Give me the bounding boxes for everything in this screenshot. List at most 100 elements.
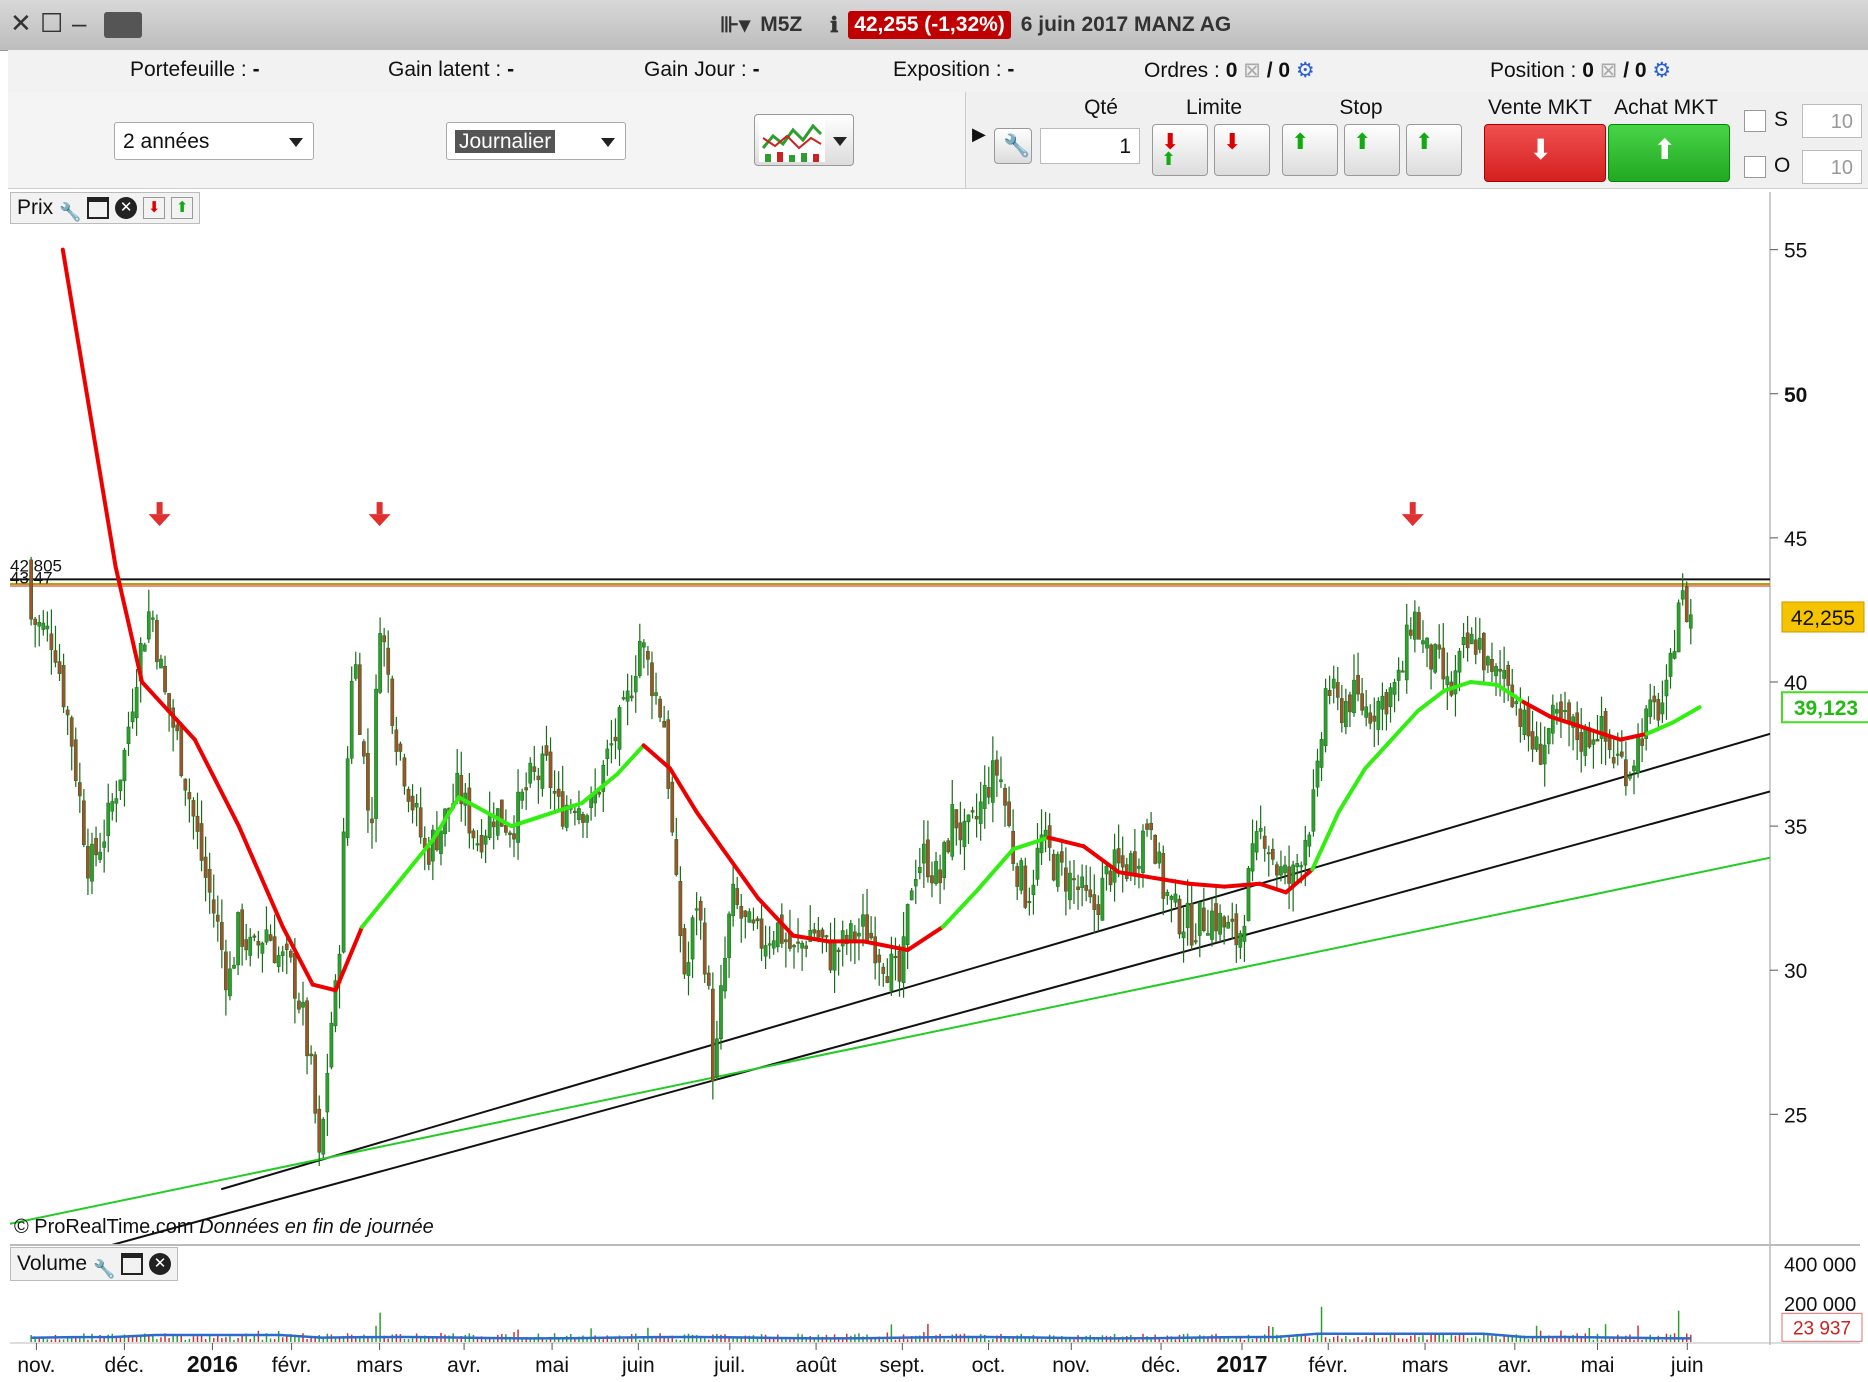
candle-body <box>1092 894 1097 910</box>
moving-average-segment <box>720 847 760 901</box>
prix-panel-tab[interactable]: Prix 🔧 ✕ ⬇ ⬆ <box>10 192 201 224</box>
candle-body <box>1307 834 1312 847</box>
volume-label: Volume <box>17 1252 88 1275</box>
candle-body <box>1453 670 1458 695</box>
candle-body <box>106 802 111 836</box>
moving-average-segment <box>1152 875 1192 886</box>
candle-body <box>317 1108 322 1153</box>
candle-body <box>1177 898 1182 935</box>
candle-body <box>1210 910 1214 940</box>
candle-body <box>585 815 589 823</box>
candle-body <box>1230 918 1235 922</box>
wrench-icon[interactable]: 🔧 <box>93 1253 115 1279</box>
moving-average-segment <box>1310 809 1341 872</box>
candle-body <box>1141 830 1145 873</box>
candle-body <box>646 650 650 660</box>
candle-body <box>495 808 500 836</box>
wrench-icon[interactable]: 🔧 <box>59 197 81 222</box>
moving-average-segment <box>1416 688 1447 713</box>
close-circle-icon[interactable]: ✕ <box>115 197 138 219</box>
candle-body <box>1417 612 1421 640</box>
moving-average-segment <box>1187 881 1227 889</box>
price-chart[interactable]: 25303540455055nov. déc. 2016 févr. mars avr. m… <box>0 0 1868 1382</box>
candle-body <box>613 736 618 742</box>
candle-body <box>897 950 902 982</box>
candle-body <box>524 787 529 791</box>
candle-body <box>1595 739 1600 742</box>
x-tick-label: 2016 <box>187 1351 238 1377</box>
candle-body <box>540 753 545 789</box>
candle-body <box>305 1000 309 1057</box>
window-icon[interactable] <box>121 1253 144 1275</box>
candle-body <box>1165 892 1170 897</box>
x-tick-label: mars <box>1402 1354 1449 1377</box>
candle-body <box>1319 739 1324 768</box>
candle-body <box>1660 702 1665 715</box>
moving-average-segment <box>456 795 488 814</box>
candle-body <box>751 919 756 924</box>
candle-body <box>1031 884 1036 895</box>
moving-average-segment <box>976 847 1016 892</box>
candle-body <box>1189 903 1194 946</box>
candle-body <box>1279 866 1283 876</box>
candle-body <box>37 621 42 627</box>
candle-body <box>848 923 853 943</box>
candle-body <box>240 909 244 947</box>
candle-body <box>163 665 167 693</box>
candle-body <box>1234 913 1239 946</box>
candle-body <box>861 914 865 927</box>
prix-label: Prix <box>17 196 54 219</box>
move-up-icon[interactable]: ⬆ <box>171 197 194 219</box>
move-down-icon[interactable]: ⬇ <box>143 197 166 219</box>
candle-body <box>203 856 208 878</box>
candle-body <box>1526 704 1531 737</box>
candle-body <box>962 820 967 848</box>
candle-body <box>219 922 224 950</box>
candle-body <box>1348 694 1352 713</box>
x-tick-label: déc. <box>1141 1354 1181 1377</box>
candle-body <box>1003 787 1007 806</box>
volume-panel-tab[interactable]: Volume 🔧 ✕ <box>10 1247 179 1281</box>
candle-body <box>264 929 269 943</box>
candle-body <box>954 809 959 829</box>
candle-body <box>784 939 788 943</box>
moving-average-segment <box>1389 708 1420 742</box>
candle-body <box>1680 590 1685 600</box>
candle-body <box>727 913 731 958</box>
candle-body <box>386 647 391 675</box>
candle-body <box>909 890 914 901</box>
candle-body <box>828 940 833 971</box>
candle-body <box>252 935 257 938</box>
candle-body <box>1055 854 1060 887</box>
candle-body <box>1579 732 1584 752</box>
volume-tick-label: 200 000 <box>1784 1294 1856 1316</box>
candle-body <box>110 801 115 812</box>
candle-body <box>86 846 90 879</box>
candle-body <box>926 839 930 878</box>
candle-body <box>1149 822 1153 831</box>
candle-body <box>1027 901 1032 904</box>
candle-body <box>654 692 658 696</box>
sell-signal-arrow <box>376 502 383 515</box>
candle-body <box>1007 801 1011 826</box>
candle-body <box>146 611 151 640</box>
candle-body <box>1335 682 1340 698</box>
candle-body <box>581 814 585 823</box>
x-tick-label: avr. <box>1498 1354 1532 1377</box>
candle-body <box>159 658 163 669</box>
candle-body <box>1607 736 1612 751</box>
candle-body <box>1206 933 1210 936</box>
candle-body <box>690 917 695 960</box>
candle-body <box>702 922 707 975</box>
candle-body <box>706 972 711 986</box>
window-icon[interactable] <box>87 197 110 219</box>
candle-body <box>633 676 638 693</box>
candle-body <box>1392 681 1397 695</box>
candle-body <box>922 843 926 864</box>
candle-body <box>865 914 869 941</box>
candle-body <box>402 757 407 787</box>
close-circle-icon[interactable]: ✕ <box>149 1253 172 1275</box>
candle-body <box>1490 659 1494 672</box>
moving-average-segment <box>641 743 672 771</box>
candle-body <box>1116 848 1121 864</box>
